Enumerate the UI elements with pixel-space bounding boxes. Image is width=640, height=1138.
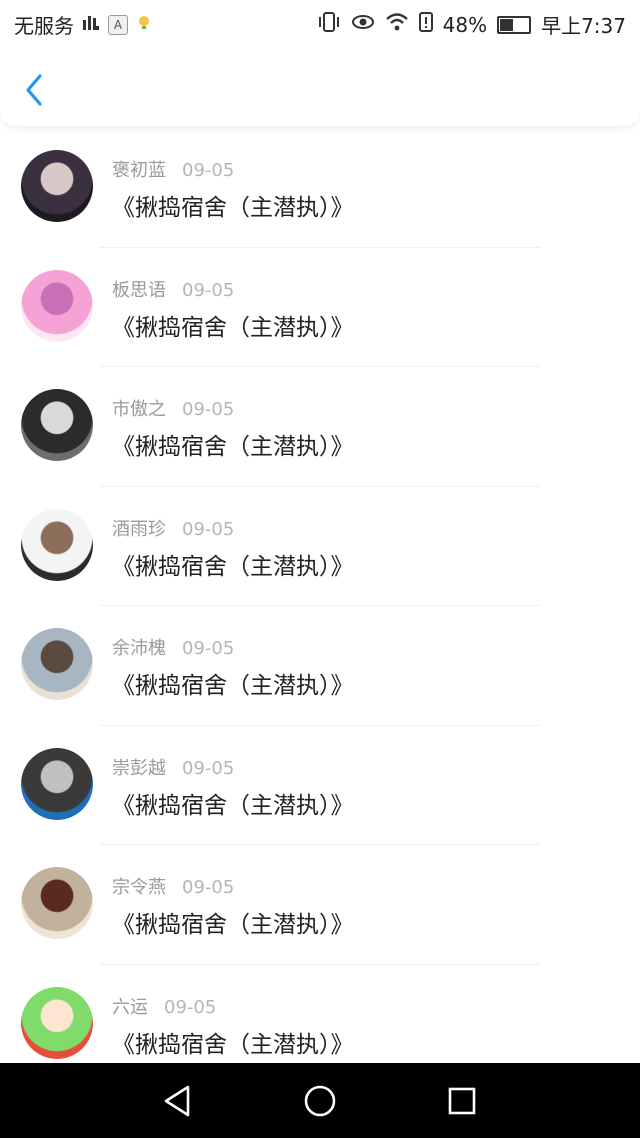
post-date: 09-05 bbox=[182, 399, 235, 420]
author-line: 褒初蓝 09-05 bbox=[112, 156, 234, 182]
avatar[interactable] bbox=[21, 628, 93, 700]
signal-bars-icon bbox=[82, 14, 100, 35]
item-title[interactable]: 《揪捣宿舍（主潜执）》 bbox=[112, 905, 354, 939]
alert-icon bbox=[418, 12, 433, 37]
vibrate-icon bbox=[317, 12, 341, 37]
square-recents-icon bbox=[448, 1087, 476, 1115]
back-button[interactable] bbox=[18, 70, 50, 110]
post-date: 09-05 bbox=[182, 279, 235, 301]
item-title[interactable]: 《揪捣宿舍（主潜执）》 bbox=[112, 308, 354, 342]
author-line: 宗令燕 09-05 bbox=[112, 873, 234, 899]
post-date: 09-05 bbox=[182, 160, 235, 181]
avatar[interactable] bbox=[21, 867, 93, 939]
author-name: 板思语 bbox=[112, 279, 166, 301]
system-nav-bar bbox=[0, 1063, 640, 1138]
status-right: 48% 早上7:37 bbox=[317, 10, 626, 39]
author-name: 市傲之 bbox=[112, 399, 166, 420]
circle-home-icon bbox=[304, 1085, 336, 1117]
avatar[interactable] bbox=[21, 747, 93, 820]
list-item[interactable]: 市傲之 09-05 《揪捣宿舍（主潜执）》 bbox=[0, 367, 640, 487]
post-date: 09-05 bbox=[182, 757, 235, 779]
item-title[interactable]: 《揪捣宿舍（主潜执）》 bbox=[112, 786, 354, 820]
author-line: 余沛槐 09-05 bbox=[112, 634, 234, 660]
post-date: 09-05 bbox=[164, 996, 217, 1018]
avatar[interactable] bbox=[21, 150, 93, 222]
battery-percent: 48% bbox=[442, 12, 488, 37]
clock-text: 早上7:37 bbox=[541, 14, 626, 38]
author-line: 酒雨珍 09-05 bbox=[112, 515, 234, 541]
nav-home-button[interactable] bbox=[300, 1081, 340, 1121]
post-date: 09-05 bbox=[182, 518, 235, 540]
author-name: 六运 bbox=[112, 996, 148, 1018]
notification-icon bbox=[136, 14, 152, 35]
item-title[interactable]: 《揪捣宿舍（主潜执）》 bbox=[112, 188, 354, 222]
a-letter-icon: A bbox=[108, 14, 128, 35]
author-name: 余沛槐 bbox=[112, 638, 166, 659]
author-name: 褒初蓝 bbox=[112, 160, 166, 181]
author-line: 六运 09-05 bbox=[112, 993, 216, 1019]
list-item[interactable]: 板思语 09-05 《揪捣宿舍（主潜执）》 bbox=[0, 248, 640, 367]
avatar[interactable] bbox=[21, 508, 93, 581]
list-item[interactable]: 余沛槐 09-05 《揪捣宿舍（主潜执）》 bbox=[0, 606, 640, 726]
item-title[interactable]: 《揪捣宿舍（主潜执）》 bbox=[112, 1025, 354, 1059]
avatar[interactable] bbox=[21, 986, 93, 1059]
list-item[interactable]: 酒雨珍 09-05 《揪捣宿舍（主潜执）》 bbox=[0, 487, 640, 606]
author-line: 板思语 09-05 bbox=[112, 276, 234, 302]
chevron-left-icon bbox=[26, 74, 42, 106]
status-left: 无服务 A bbox=[14, 10, 152, 39]
avatar[interactable] bbox=[21, 389, 93, 461]
battery-icon bbox=[497, 15, 532, 34]
status-bar: 无服务 A 48% 早上7:37 bbox=[0, 0, 640, 46]
top-header bbox=[0, 46, 640, 126]
item-title[interactable]: 《揪捣宿舍（主潜执）》 bbox=[112, 547, 354, 581]
item-title[interactable]: 《揪捣宿舍（主潜执）》 bbox=[112, 666, 354, 700]
list-item[interactable]: 宗令燕 09-05 《揪捣宿舍（主潜执）》 bbox=[0, 845, 640, 965]
wifi-icon bbox=[385, 12, 409, 37]
author-name: 酒雨珍 bbox=[112, 518, 166, 540]
nav-recents-button[interactable] bbox=[442, 1081, 482, 1121]
list-item[interactable]: 崇彭越 09-05 《揪捣宿舍（主潜执）》 bbox=[0, 726, 640, 845]
post-date: 09-05 bbox=[182, 877, 235, 898]
nav-back-button[interactable] bbox=[158, 1081, 198, 1121]
carrier-text: 无服务 bbox=[14, 14, 74, 38]
author-line: 崇彭越 09-05 bbox=[112, 754, 234, 780]
author-line: 市傲之 09-05 bbox=[112, 395, 234, 421]
author-name: 宗令燕 bbox=[112, 877, 166, 898]
list-item[interactable]: 褒初蓝 09-05 《揪捣宿舍（主潜执）》 bbox=[0, 128, 640, 248]
avatar[interactable] bbox=[21, 269, 93, 342]
message-list: 褒初蓝 09-05 《揪捣宿舍（主潜执）》 板思语 09-05 《揪捣宿舍（主潜执）》 市傲… bbox=[0, 128, 640, 1084]
item-title[interactable]: 《揪捣宿舍（主潜执）》 bbox=[112, 427, 354, 461]
battery-fill bbox=[500, 18, 513, 31]
eye-icon bbox=[351, 13, 375, 36]
post-date: 09-05 bbox=[182, 638, 235, 659]
triangle-back-icon bbox=[164, 1085, 190, 1117]
author-name: 崇彭越 bbox=[112, 757, 166, 779]
